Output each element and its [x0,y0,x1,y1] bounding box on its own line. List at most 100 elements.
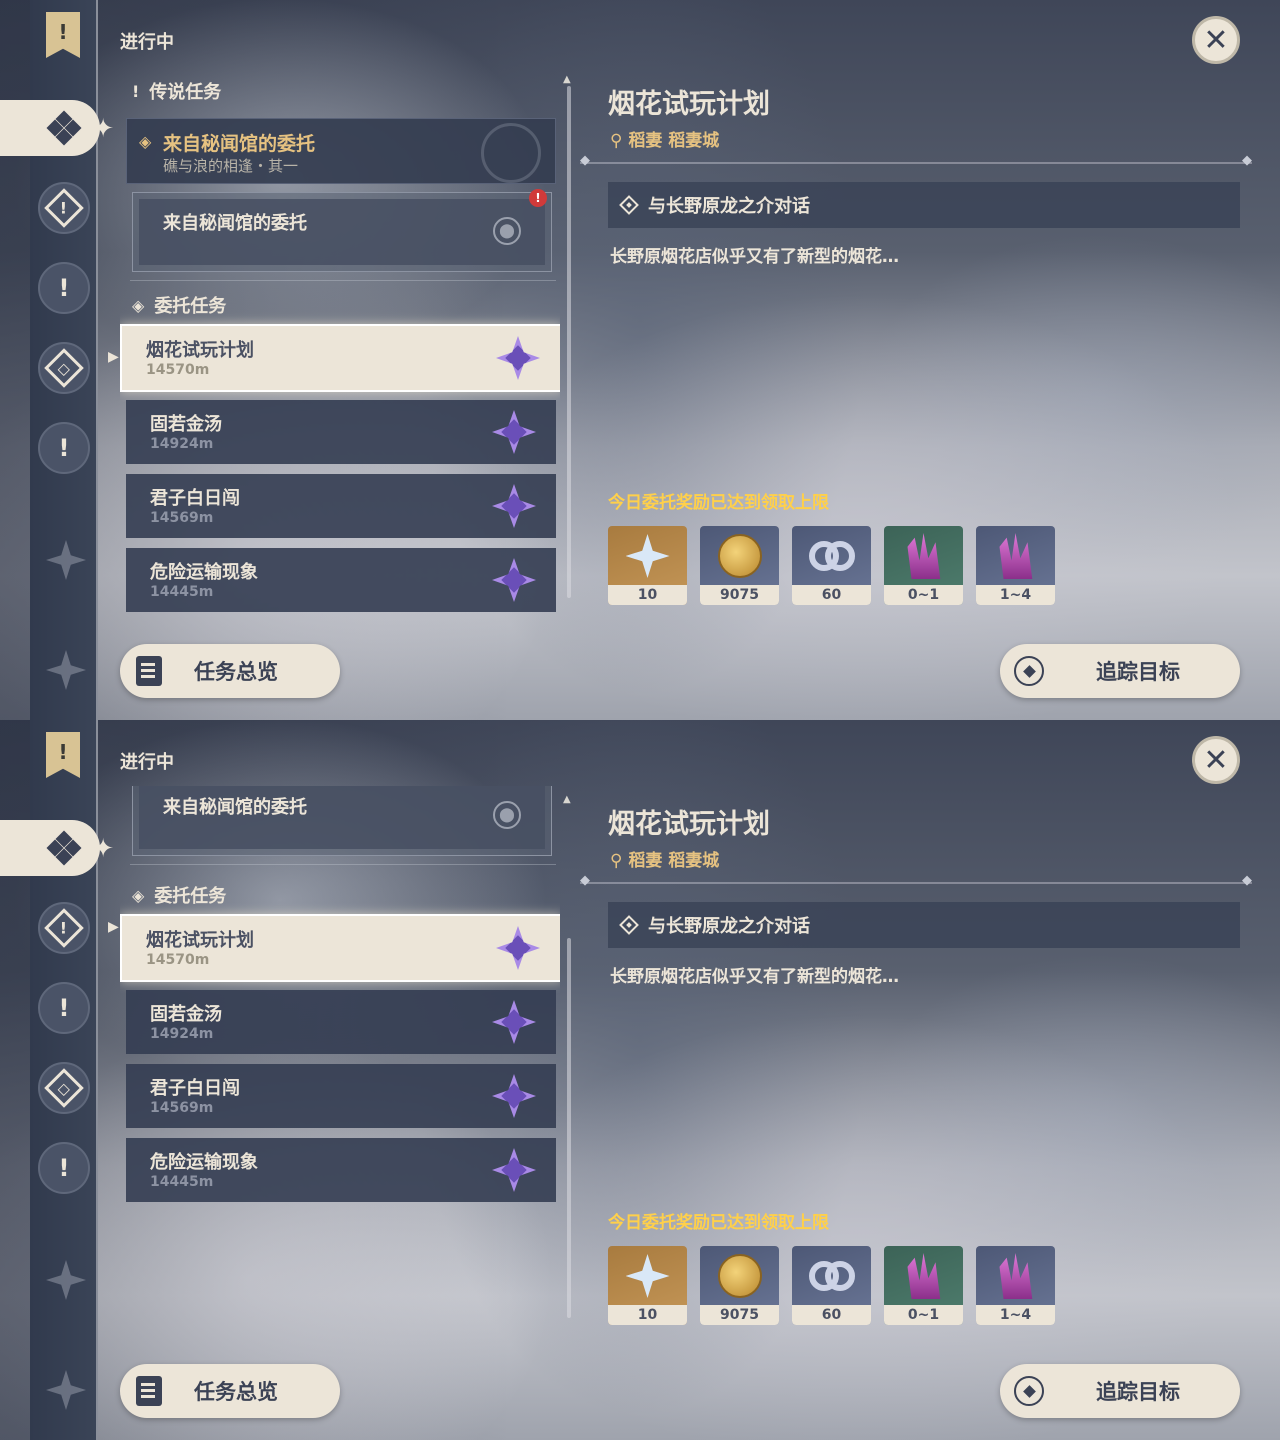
location-pin-icon[interactable]: ⬤ [493,801,521,829]
legend-quest-subtitle: 礁与浪的相逢・其一 [163,157,299,175]
location-pin-icon[interactable]: ⬤ [493,217,521,245]
track-label: 追踪目标 [1096,1380,1180,1404]
world-quest-icon[interactable]: ! [38,182,90,234]
reward-count: 60 [792,585,871,605]
commission-group-label: 委托任务 [154,296,227,317]
commission-item[interactable]: 君子白日闯 14569m [126,474,556,538]
quest-detail: 烟花试玩计划 ⚲ 稻妻 稻妻城 与长野原龙之介对话 长野原烟花店似乎又有了新型的… [580,82,1252,622]
commission-star-icon [492,558,536,602]
commission-star-icon [496,926,540,970]
archon-quest-icon[interactable]: ◇ [38,342,90,394]
legend-group-header: ! 传说任务 [132,78,221,104]
commission-item[interactable]: 固若金汤 14924m [126,990,556,1054]
quest-screen-frame-1: ! ✦ ! ! ◇ ! 进行中 ✕ ! 传说任务 ◈ 来自秘闻馆的委托 礁与浪的… [0,0,1280,720]
location-pin-icon: ⚲ [610,851,629,871]
crystal-cluster-icon [999,1253,1033,1299]
reward-list: 10 9075 60 0~1 1~4 [608,1246,1055,1325]
legend-sub-quest[interactable]: 来自秘闻馆的委托 ⬤ [132,786,552,856]
primogem-icon [625,1254,670,1298]
scrollbar[interactable] [567,938,571,1318]
world-quest-icon[interactable]: ! [38,902,90,954]
sparkle-deco-icon [46,540,86,580]
commission-group-icon: ◈ [132,295,145,315]
quest-overview-button[interactable]: 任务总览 [120,644,340,698]
commission-title: 危险运输现象 [150,562,258,583]
reward-item[interactable]: 0~1 [884,1246,963,1325]
reward-count: 1~4 [976,1305,1055,1325]
quest-screen-frame-2: ! ✦ ! ! ◇ ! 进行中 ✕ 来自秘闻馆的委托 ⬤ ◈ 委托任务 烟花试玩… [0,720,1280,1440]
divider [130,280,556,281]
commission-title: 固若金汤 [150,414,222,435]
quest-list[interactable]: ! 传说任务 ◈ 来自秘闻馆的委托 礁与浪的相逢・其一 来自秘闻馆的委托 ⬤ !… [120,70,560,615]
commission-star-icon [492,1000,536,1044]
daily-commission-icon[interactable]: ✦ [0,100,114,156]
story-quest-icon[interactable]: ! [38,982,90,1034]
reward-item[interactable]: 10 [608,526,687,605]
legend-quest-item[interactable]: ◈ 来自秘闻馆的委托 礁与浪的相逢・其一 [126,118,556,184]
reward-item[interactable]: 60 [792,526,871,605]
reward-item[interactable]: 9075 [700,526,779,605]
legend-quest-icon: ! [132,81,140,101]
alert-icon[interactable]: ! [38,422,90,474]
commission-title: 危险运输现象 [150,1152,258,1173]
commission-item[interactable]: 烟花试玩计划 14570m [120,914,560,982]
quest-overview-button[interactable]: 任务总览 [120,1364,340,1418]
reward-item[interactable]: 1~4 [976,526,1055,605]
reward-item[interactable]: 1~4 [976,1246,1055,1325]
commission-item[interactable]: 固若金汤 14924m [126,400,556,464]
detail-divider [580,873,1252,888]
quest-diamond-icon: ◈ [139,132,152,151]
alert-icon[interactable]: ! [38,1142,90,1194]
story-quest-icon[interactable]: ! [38,262,90,314]
commission-distance: 14924m [150,436,214,452]
sparkle-deco-icon [46,1260,86,1300]
legend-sub-quest[interactable]: 来自秘闻馆的委托 ⬤ ! [132,189,552,272]
reward-item[interactable]: 10 [608,1246,687,1325]
reward-count: 9075 [700,585,779,605]
commission-item[interactable]: 危险运输现象 14445m [126,1138,556,1202]
commission-group-label: 委托任务 [154,886,227,907]
banner-icon[interactable]: ! [46,12,80,58]
detail-description: 长野原烟花店似乎又有了新型的烟花… [610,247,899,267]
close-button[interactable]: ✕ [1192,16,1240,64]
track-target-button[interactable]: 追踪目标 [1000,644,1240,698]
reward-item[interactable]: 0~1 [884,526,963,605]
reward-count: 10 [608,1305,687,1325]
archon-quest-icon[interactable]: ◇ [38,1062,90,1114]
selected-arrow-icon: ▶ [108,349,119,365]
selected-arrow-icon: ▶ [108,919,119,935]
commission-item[interactable]: 危险运输现象 14445m [126,548,556,612]
reward-limit-text: 今日委托奖励已达到领取上限 [608,1213,829,1233]
commission-group-icon: ◈ [132,885,145,905]
commission-item[interactable]: 君子白日闯 14569m [126,1064,556,1128]
quest-list[interactable]: 来自秘闻馆的委托 ⬤ ◈ 委托任务 烟花试玩计划 14570m 固若金汤 149… [120,786,560,1266]
banner-icon[interactable]: ! [46,732,80,778]
close-button[interactable]: ✕ [1192,736,1240,784]
daily-commission-icon[interactable]: ✦ [0,820,114,876]
track-target-button[interactable]: 追踪目标 [1000,1364,1240,1418]
reward-count: 10 [608,585,687,605]
left-rail: ! ✦ ! ! ◇ ! [0,0,114,720]
scrollbar[interactable] [567,86,571,598]
left-rail: ! ✦ ! ! ◇ ! [0,720,114,1440]
scroll-up-icon[interactable]: ▲ [563,74,571,85]
close-icon: ✕ [1203,742,1229,778]
track-label: 追踪目标 [1096,660,1180,684]
commission-item[interactable]: 烟花试玩计划 14570m [120,324,560,392]
commission-distance: 14445m [150,584,214,600]
legend-sub-title: 来自秘闻馆的委托 [163,213,307,234]
commission-star-icon [492,484,536,528]
scroll-up-icon[interactable]: ▲ [563,794,571,805]
alert-badge: ! [529,189,547,207]
objective-text: 与长野原龙之介对话 [648,196,810,217]
reward-count: 1~4 [976,585,1055,605]
primogem-icon [625,534,670,578]
companionship-exp-icon [808,541,855,571]
reward-count: 9075 [700,1305,779,1325]
reward-item[interactable]: 9075 [700,1246,779,1325]
close-icon: ✕ [1203,22,1229,58]
mora-icon [717,534,762,578]
reward-item[interactable]: 60 [792,1246,871,1325]
commission-star-icon [496,336,540,380]
mora-icon [717,1254,762,1298]
